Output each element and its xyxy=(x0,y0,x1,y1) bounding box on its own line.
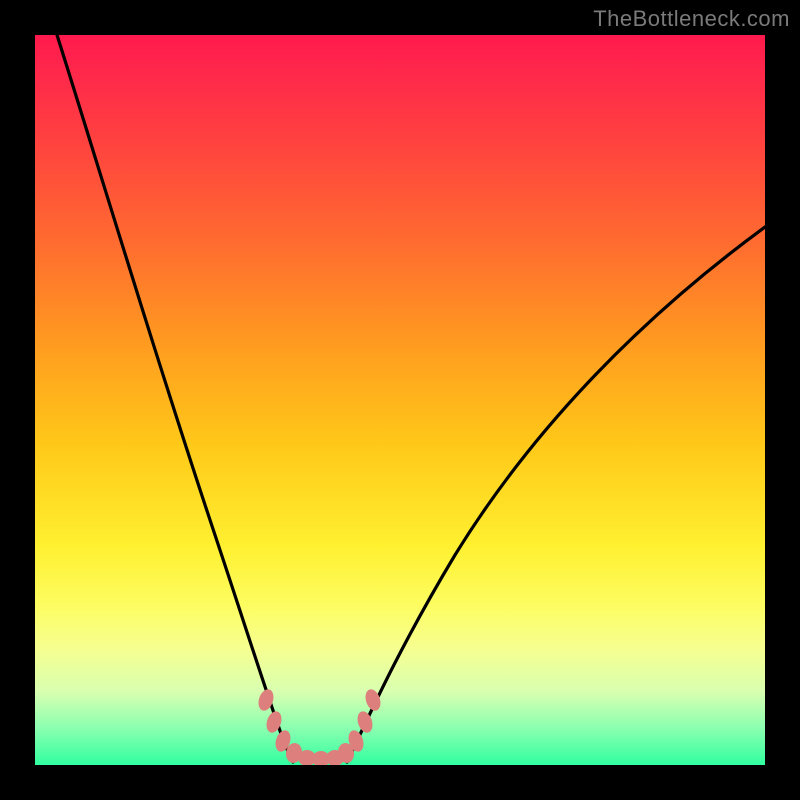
bottom-marker-group xyxy=(256,687,383,765)
chart-svg xyxy=(35,35,765,765)
left-curve-path xyxy=(57,35,293,762)
plot-area xyxy=(35,35,765,765)
chart-frame: TheBottleneck.com xyxy=(0,0,800,800)
marker-dot xyxy=(355,709,375,734)
watermark-text: TheBottleneck.com xyxy=(593,6,790,32)
right-curve-path xyxy=(347,227,765,762)
